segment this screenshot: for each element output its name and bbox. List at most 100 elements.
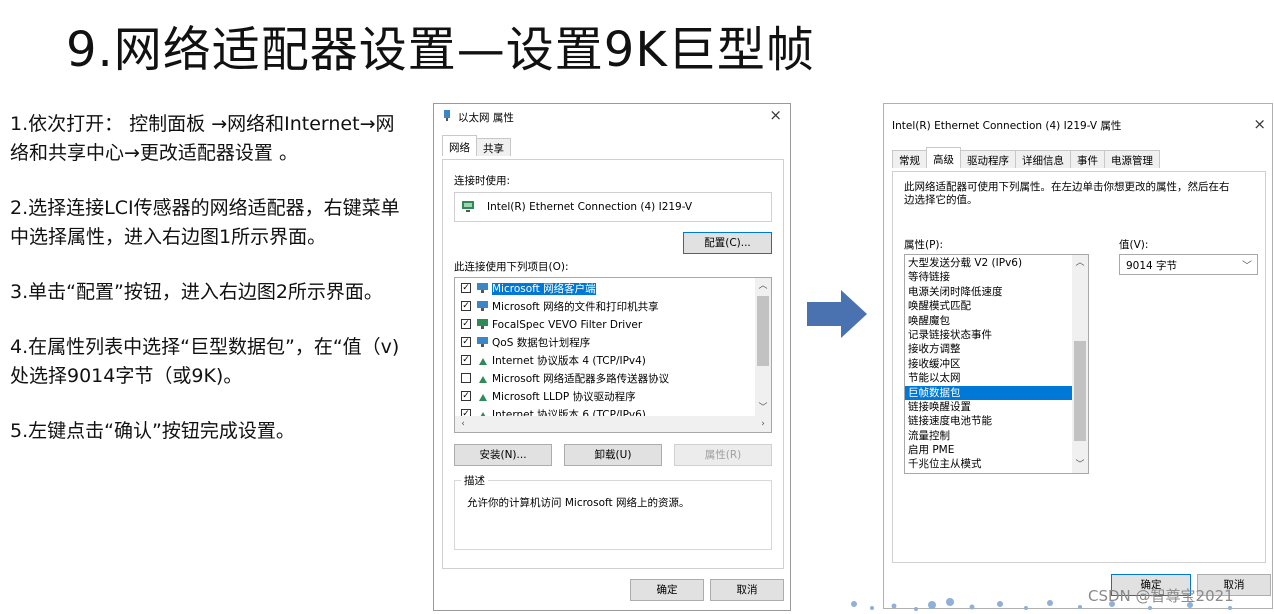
tab-strip: 网络 共享 bbox=[442, 135, 511, 156]
list-item[interactable]: ✓ Microsoft LLDP 协议驱动程序 bbox=[455, 388, 755, 406]
item-label: FocalSpec VEVO Filter Driver bbox=[492, 319, 643, 331]
uninstall-button[interactable]: 卸载(U) bbox=[564, 444, 662, 466]
list-item[interactable]: 节能以太网 bbox=[905, 371, 1072, 385]
list-item[interactable]: 链接唤醒设置 bbox=[905, 400, 1072, 414]
slide-title: 9.网络适配器设置—设置9K巨型帧 bbox=[66, 22, 815, 78]
step-5: 5.左键点击“确认”按钮完成设置。 bbox=[10, 420, 295, 442]
checkbox[interactable]: ✓ bbox=[461, 391, 471, 401]
value-label: 值(V): bbox=[1119, 239, 1149, 251]
items-label: 此连接使用下列项目(O): bbox=[454, 261, 569, 273]
tab-power[interactable]: 电源管理 bbox=[1104, 150, 1160, 168]
network-service-icon bbox=[477, 336, 488, 347]
network-client-icon bbox=[477, 300, 488, 311]
item-label: QoS 数据包计划程序 bbox=[492, 337, 591, 349]
network-client-icon bbox=[477, 282, 488, 293]
scroll-left-icon[interactable]: ‹ bbox=[455, 416, 471, 432]
tab-driver[interactable]: 驱动程序 bbox=[960, 150, 1016, 168]
network-service-icon bbox=[477, 318, 488, 329]
checkbox[interactable]: ✓ bbox=[461, 301, 471, 311]
dialog-titlebar: 以太网 属性 × bbox=[434, 104, 790, 128]
ethernet-properties-dialog: 以太网 属性 × 网络 共享 连接时使用: Intel(R) Ethernet … bbox=[433, 103, 791, 611]
step-1: 1.依次打开： 控制面板 →网络和Internet→网络和共享中心→更改适配器设… bbox=[10, 113, 395, 164]
list-item[interactable]: 大型发送分载 V2 (IPv6) bbox=[905, 256, 1072, 270]
description-group: 描述 允许你的计算机访问 Microsoft 网络上的资源。 bbox=[454, 473, 772, 550]
item-label: Microsoft 网络的文件和打印机共享 bbox=[492, 301, 659, 313]
cancel-button[interactable]: 取消 bbox=[710, 579, 784, 601]
checkbox[interactable] bbox=[461, 373, 471, 383]
list-item[interactable]: 接收方调整 bbox=[905, 342, 1072, 356]
property-label: 属性(P): bbox=[904, 239, 944, 251]
step-3: 3.单击“配置”按钮，进入右边图2所示界面。 bbox=[10, 281, 383, 303]
network-adapter-icon bbox=[462, 201, 474, 212]
vertical-scrollbar[interactable]: ︿ ﹀ bbox=[1072, 255, 1088, 473]
list-item[interactable]: Microsoft 网络适配器多路传送器协议 bbox=[455, 370, 755, 388]
tab-events[interactable]: 事件 bbox=[1070, 150, 1105, 168]
items-list[interactable]: ✓ Microsoft 网络客户端 ✓ Microsoft 网络的文件和打印机共享 … bbox=[454, 277, 772, 433]
scroll-up-icon[interactable]: ︿ bbox=[1072, 255, 1088, 271]
protocol-icon bbox=[479, 393, 487, 401]
value-selected: 9014 字节 bbox=[1126, 260, 1178, 272]
scroll-up-icon[interactable]: ︿ bbox=[755, 278, 771, 294]
ok-button[interactable]: 确定 bbox=[630, 579, 704, 601]
checkbox[interactable]: ✓ bbox=[461, 319, 471, 329]
protocol-icon bbox=[479, 357, 487, 365]
scroll-down-icon[interactable]: ﹀ bbox=[1072, 457, 1088, 473]
scroll-down-icon[interactable]: ﹀ bbox=[755, 400, 771, 416]
tab-general[interactable]: 常规 bbox=[892, 150, 927, 168]
tab-details[interactable]: 详细信息 bbox=[1015, 150, 1071, 168]
item-label: Microsoft 网络适配器多路传送器协议 bbox=[492, 373, 670, 385]
chevron-down-icon: ﹀ bbox=[1242, 261, 1252, 272]
network-adapter-icon bbox=[444, 110, 450, 121]
list-item[interactable]: 唤醒魔包 bbox=[905, 314, 1072, 328]
item-label: Microsoft LLDP 协议驱动程序 bbox=[492, 391, 636, 403]
intro-text: 此网络适配器可使用下列属性。在左边单击你想更改的属性，然后在右边选择它的值。 bbox=[904, 181, 1230, 206]
list-item[interactable]: ✓ Internet 协议版本 4 (TCP/IPv4) bbox=[455, 352, 755, 370]
list-item[interactable]: 链接速度电池节能 bbox=[905, 414, 1072, 428]
list-item[interactable]: 唤醒模式匹配 bbox=[905, 299, 1072, 313]
description-label: 描述 bbox=[461, 473, 488, 488]
list-item[interactable]: 流量控制 bbox=[905, 429, 1072, 443]
item-label: Microsoft 网络客户端 bbox=[492, 283, 596, 295]
configure-button[interactable]: 配置(C)... bbox=[683, 232, 772, 254]
list-item[interactable]: ✓ Microsoft 网络客户端 bbox=[455, 280, 755, 298]
adapter-properties-dialog: Intel(R) Ethernet Connection (4) I219-V … bbox=[883, 103, 1273, 609]
tab-sharing[interactable]: 共享 bbox=[476, 138, 511, 156]
horizontal-scrollbar[interactable]: ‹ › bbox=[455, 416, 771, 432]
protocol-icon bbox=[479, 375, 487, 383]
list-item[interactable]: ✓ QoS 数据包计划程序 bbox=[455, 334, 755, 352]
list-item-selected[interactable]: 巨帧数据包 bbox=[905, 385, 1072, 400]
close-icon[interactable]: × bbox=[769, 106, 782, 124]
tab-advanced[interactable]: 高级 bbox=[926, 147, 961, 168]
scroll-thumb[interactable] bbox=[1074, 341, 1086, 441]
properties-button[interactable]: 属性(R) bbox=[674, 444, 772, 466]
description-text: 允许你的计算机访问 Microsoft 网络上的资源。 bbox=[467, 497, 690, 509]
step-4: 4.在属性列表中选择“巨型数据包”，在“值（v)处选择9014字节（或9K)。 bbox=[10, 336, 400, 387]
checkbox[interactable]: ✓ bbox=[461, 355, 471, 365]
adapter-box: Intel(R) Ethernet Connection (4) I219-V bbox=[454, 192, 772, 222]
scroll-thumb[interactable] bbox=[757, 296, 769, 366]
list-item[interactable]: 记录链接状态事件 bbox=[905, 328, 1072, 342]
list-item[interactable]: ✓ FocalSpec VEVO Filter Driver bbox=[455, 316, 755, 334]
install-button[interactable]: 安装(N)... bbox=[454, 444, 552, 466]
list-item[interactable]: 等待链接 bbox=[905, 270, 1072, 284]
adapter-name: Intel(R) Ethernet Connection (4) I219-V bbox=[487, 201, 693, 213]
step-2: 2.选择连接LCI传感器的网络适配器，右键菜单中选择属性，进入右边图1所示界面。 bbox=[10, 197, 400, 248]
dialog-title: Intel(R) Ethernet Connection (4) I219-V … bbox=[892, 120, 1122, 132]
list-item[interactable]: 千兆位主从模式 bbox=[905, 457, 1072, 471]
list-item[interactable]: 接收缓冲区 bbox=[905, 357, 1072, 371]
checkbox[interactable]: ✓ bbox=[461, 337, 471, 347]
tab-network[interactable]: 网络 bbox=[442, 135, 477, 156]
value-dropdown[interactable]: 9014 字节 ﹀ bbox=[1119, 254, 1258, 275]
list-item[interactable]: 电源关闭时降低速度 bbox=[905, 285, 1072, 299]
close-icon[interactable]: × bbox=[1253, 115, 1266, 133]
list-item[interactable]: ✓ Microsoft 网络的文件和打印机共享 bbox=[455, 298, 755, 316]
scroll-right-icon[interactable]: › bbox=[755, 416, 771, 432]
watermark: CSDN @智尊宝2021 bbox=[1088, 587, 1234, 605]
connect-using-label: 连接时使用: bbox=[454, 175, 511, 187]
dialog-title: 以太网 属性 bbox=[458, 112, 514, 124]
list-item[interactable]: 启用 PME bbox=[905, 443, 1072, 457]
property-list[interactable]: 大型发送分载 V2 (IPv6) 等待链接 电源关闭时降低速度 唤醒模式匹配 唤… bbox=[904, 254, 1089, 474]
vertical-scrollbar[interactable]: ︿ ﹀ bbox=[755, 278, 771, 416]
item-label: Internet 协议版本 4 (TCP/IPv4) bbox=[492, 355, 646, 367]
checkbox[interactable]: ✓ bbox=[461, 283, 471, 293]
